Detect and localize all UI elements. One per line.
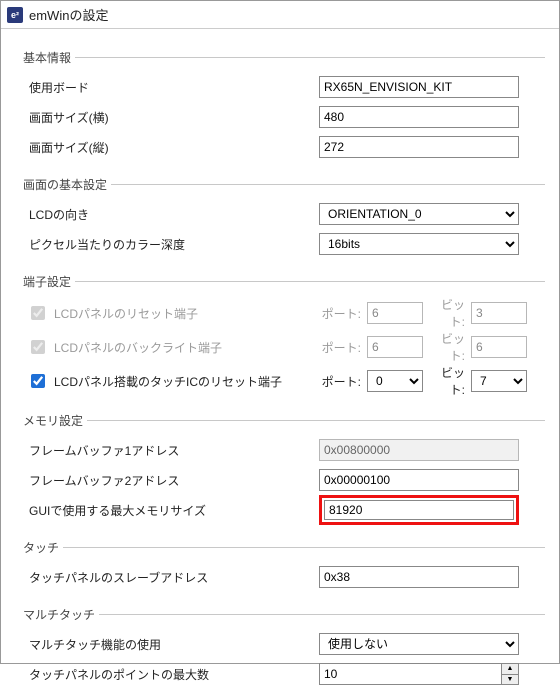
group-pins: 端子設定 LCDパネルのリセット端子 ポート: ビット: LCDパネルのバックラ…	[23, 273, 545, 402]
guimem-field[interactable]	[324, 500, 514, 520]
slave-addr-label: タッチパネルのスレーブアドレス	[23, 569, 313, 586]
group-multitouch-legend: マルチタッチ	[23, 606, 99, 623]
board-field[interactable]	[319, 76, 519, 98]
group-memory: メモリ設定 フレームバッファ1アドレス フレームバッファ2アドレス GUIで使用…	[23, 412, 545, 529]
touch-ic-reset-label: LCDパネル搭載のタッチICのリセット端子	[54, 373, 282, 390]
group-touch-legend: タッチ	[23, 539, 63, 556]
app-icon: e²	[7, 7, 23, 23]
group-screen-legend: 画面の基本設定	[23, 176, 111, 193]
guimem-label: GUIで使用する最大メモリサイズ	[23, 502, 313, 519]
lcd-backlight-checkbox-wrap: LCDパネルのバックライト端子	[23, 337, 313, 357]
touch-ic-reset-checkbox[interactable]	[31, 374, 45, 388]
window-title: emWinの設定	[29, 5, 108, 24]
maxpoints-field[interactable]	[319, 663, 501, 685]
screen-width-label: 画面サイズ(横)	[23, 109, 313, 126]
screen-height-label: 画面サイズ(縦)	[23, 139, 313, 156]
lcd-reset-checkbox	[31, 306, 45, 320]
lcd-backlight-port-field	[367, 336, 423, 358]
bit-label: ビット:	[427, 330, 467, 364]
maxpoints-down-button[interactable]: ▼	[501, 674, 519, 686]
touch-ic-reset-checkbox-wrap[interactable]: LCDパネル搭載のタッチICのリセット端子	[23, 371, 313, 391]
group-basic-info: 基本情報 使用ボード 画面サイズ(横) 画面サイズ(縦)	[23, 49, 545, 166]
lcd-backlight-bit-field	[471, 336, 527, 358]
lcd-reset-bit-field	[471, 302, 527, 324]
lcd-reset-checkbox-wrap: LCDパネルのリセット端子	[23, 303, 313, 323]
dialog-body: 基本情報 使用ボード 画面サイズ(横) 画面サイズ(縦) 画面の基本設定 LCD…	[1, 29, 559, 693]
group-memory-legend: メモリ設定	[23, 412, 87, 429]
maxpoints-spinner[interactable]: ▲ ▼	[319, 663, 545, 685]
colordepth-label: ピクセル当たりのカラー深度	[23, 236, 313, 253]
board-label: 使用ボード	[23, 79, 313, 96]
lcd-reset-label: LCDパネルのリセット端子	[54, 305, 198, 322]
fb1-label: フレームバッファ1アドレス	[23, 442, 313, 459]
settings-window: e² emWinの設定 基本情報 使用ボード 画面サイズ(横) 画面サイズ(縦)…	[0, 0, 560, 664]
group-multitouch: マルチタッチ マルチタッチ機能の使用 使用しない タッチパネルのポイントの最大数…	[23, 606, 545, 693]
multitouch-use-label: マルチタッチ機能の使用	[23, 636, 313, 653]
group-touch: タッチ タッチパネルのスレーブアドレス	[23, 539, 545, 596]
slave-addr-field[interactable]	[319, 566, 519, 588]
lcd-backlight-checkbox	[31, 340, 45, 354]
bit-label: ビット:	[427, 296, 467, 330]
fb1-field	[319, 439, 519, 461]
colordepth-select[interactable]: 16bits	[319, 233, 519, 255]
group-screen: 画面の基本設定 LCDの向き ORIENTATION_0 ピクセル当たりのカラー…	[23, 176, 545, 263]
orientation-label: LCDの向き	[23, 206, 313, 223]
multitouch-use-select[interactable]: 使用しない	[319, 633, 519, 655]
port-label: ポート:	[319, 305, 363, 322]
touch-ic-port-select[interactable]: 0	[367, 370, 423, 392]
screen-height-field[interactable]	[319, 136, 519, 158]
touch-ic-bit-select[interactable]: 7	[471, 370, 527, 392]
bit-label: ビット:	[427, 364, 467, 398]
guimem-highlight	[319, 495, 519, 525]
orientation-select[interactable]: ORIENTATION_0	[319, 203, 519, 225]
screen-width-field[interactable]	[319, 106, 519, 128]
port-label: ポート:	[319, 339, 363, 356]
maxpoints-up-button[interactable]: ▲	[501, 663, 519, 674]
port-label: ポート:	[319, 373, 363, 390]
group-basic-info-legend: 基本情報	[23, 49, 75, 66]
group-pins-legend: 端子設定	[23, 273, 75, 290]
fb2-label: フレームバッファ2アドレス	[23, 472, 313, 489]
fb2-field[interactable]	[319, 469, 519, 491]
lcd-backlight-label: LCDパネルのバックライト端子	[54, 339, 222, 356]
lcd-reset-port-field	[367, 302, 423, 324]
titlebar: e² emWinの設定	[1, 1, 559, 29]
maxpoints-label: タッチパネルのポイントの最大数	[23, 666, 313, 683]
